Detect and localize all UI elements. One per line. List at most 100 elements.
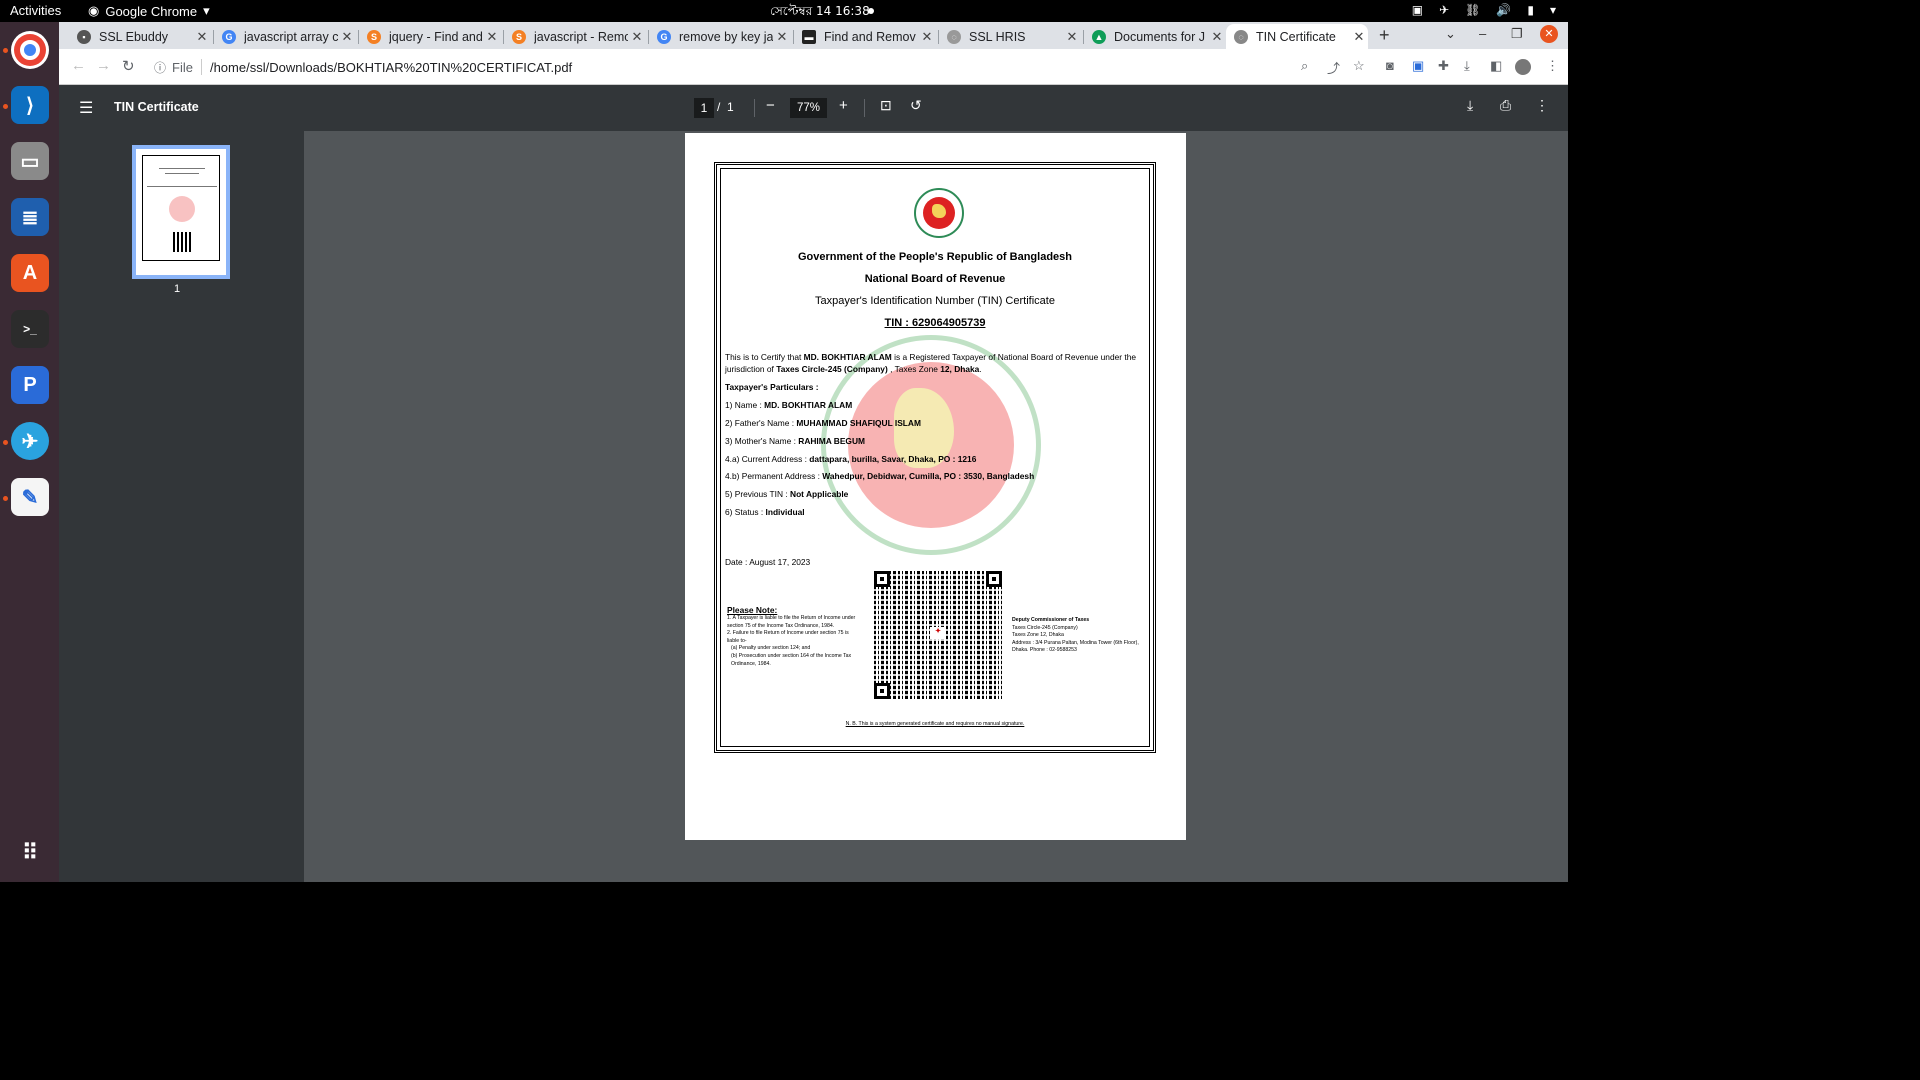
pycharm-tray-icon[interactable]: ▣: [1412, 3, 1423, 17]
please-note: Please Note: 1. A Taxpayer is liable to …: [727, 605, 862, 668]
note-item: (a) Penalty under section 124; and: [731, 645, 811, 652]
power-menu-icon[interactable]: ▾: [1550, 3, 1556, 17]
particular-row: 2) Father's Name : MUHAMMAD SHAFIQUL ISL…: [725, 417, 921, 429]
particular-label: 4.a) Current Address :: [725, 454, 810, 464]
chrome-menu-icon[interactable]: ⋮: [1546, 58, 1559, 74]
tab-tin-certificate[interactable]: ◌ TIN Certificate ✕: [1226, 24, 1368, 49]
print-icon[interactable]: ⎙: [1500, 97, 1511, 114]
note-item: 1. A Taxpayer is liable to file the Retu…: [727, 615, 856, 629]
thumbnail-frame: [142, 155, 220, 261]
share-icon[interactable]: ⤴: [1327, 58, 1340, 77]
close-tab-icon[interactable]: ✕: [1208, 29, 1226, 45]
running-indicator: [3, 496, 8, 501]
system-tray[interactable]: ▣ ✈ ⛓ 🔊 ▮ ▾: [1412, 3, 1556, 17]
writer-icon[interactable]: ≣: [11, 198, 49, 236]
particular-value: MD. BOKHTIAR ALAM: [764, 400, 853, 410]
zoom-out-icon[interactable]: −: [766, 97, 775, 114]
network-icon[interactable]: ⛓: [1465, 3, 1480, 17]
forward-icon[interactable]: →: [96, 57, 111, 74]
tab-search-icon[interactable]: ⌄: [1445, 26, 1456, 42]
certificate-date: Date : August 17, 2023: [725, 557, 811, 567]
software-icon[interactable]: A: [11, 254, 49, 292]
address-bar[interactable]: ⓘ File /home/ssl/Downloads/BOKHTIAR%20TI…: [144, 53, 1314, 81]
tab-ssl-ebuddy[interactable]: ▪ SSL Ebuddy ✕: [69, 24, 211, 49]
downloads-icon[interactable]: ⤓: [1464, 58, 1470, 74]
globe-favicon-icon: ◌: [947, 29, 961, 44]
reload-icon[interactable]: ↻: [122, 57, 135, 75]
close-window-icon[interactable]: ✕: [1540, 25, 1558, 43]
rotate-icon[interactable]: ↺: [910, 97, 922, 114]
apps-grid-icon[interactable]: ⠿: [11, 834, 49, 872]
tab-javascript-array[interactable]: G javascript array c ✕: [214, 24, 356, 49]
tab-ssl-hris[interactable]: ◌ SSL HRIS ✕: [939, 24, 1081, 49]
zoom-in-icon[interactable]: +: [839, 97, 848, 114]
tab-javascript-remove[interactable]: S javascript - Remo ✕: [504, 24, 646, 49]
camera-extension-icon[interactable]: ◙: [1386, 58, 1394, 73]
close-tab-icon[interactable]: ✕: [193, 29, 211, 45]
battery-icon[interactable]: ▮: [1527, 3, 1534, 17]
info-icon[interactable]: ⓘ: [154, 59, 166, 76]
tab-label: jquery - Find and: [389, 29, 483, 44]
tab-documents[interactable]: ▲ Documents for J ✕: [1084, 24, 1226, 49]
vscode-icon[interactable]: ⟩: [11, 86, 49, 124]
running-indicator: [3, 48, 8, 53]
chrome-icon[interactable]: [11, 31, 49, 69]
url-text[interactable]: /home/ssl/Downloads/BOKHTIAR%20TIN%20CER…: [210, 60, 572, 75]
text-editor-icon[interactable]: ✎: [11, 478, 49, 516]
extensions-puzzle-icon[interactable]: ✚: [1438, 58, 1449, 74]
cert-text: .: [979, 364, 982, 374]
deputy-commissioner-block: Deputy Commissioner of Taxes Taxes Circl…: [1012, 617, 1152, 655]
globe-favicon-icon: ◌: [1234, 29, 1248, 44]
cert-text: This is to Certify that: [725, 352, 804, 362]
restore-icon[interactable]: ❐: [1511, 26, 1523, 42]
tab-label: javascript array c: [244, 29, 338, 44]
cert-name: MD. BOKHTIAR ALAM: [803, 352, 892, 362]
tab-remove-by-key[interactable]: G remove by key ja ✕: [649, 24, 791, 49]
tab-find-and-remove[interactable]: ▬ Find and Remov ✕: [794, 24, 936, 49]
telegram-icon[interactable]: ✈: [11, 422, 49, 460]
note-item: (b) Prosecution under section 164 of the…: [731, 652, 852, 667]
tab-favicon-icon: ▪: [77, 29, 91, 44]
activities-button[interactable]: Activities: [10, 3, 61, 18]
particular-row: 1) Name : MD. BOKHTIAR ALAM: [725, 399, 852, 411]
zoom-magnifier-icon[interactable]: ⌕: [1301, 58, 1308, 74]
bookmark-star-icon[interactable]: ☆: [1353, 58, 1365, 74]
close-tab-icon[interactable]: ✕: [918, 29, 936, 45]
more-actions-icon[interactable]: ⋮: [1535, 97, 1549, 114]
page-number-input[interactable]: 1: [694, 98, 714, 118]
new-tab-icon[interactable]: +: [1379, 25, 1390, 46]
minimize-icon[interactable]: –: [1479, 26, 1486, 41]
particular-label: 1) Name :: [725, 400, 765, 410]
app-menu[interactable]: ◉ Google Chrome ▾: [88, 3, 210, 19]
sidebar-menu-icon[interactable]: ☰: [79, 98, 93, 118]
download-icon[interactable]: ⤓: [1467, 97, 1473, 114]
page-thumbnail[interactable]: [132, 145, 230, 279]
close-tab-icon[interactable]: ✕: [338, 29, 356, 45]
screenshot-extension-icon[interactable]: ▣: [1412, 58, 1424, 74]
pycharm-icon[interactable]: P: [11, 366, 49, 404]
side-panel-icon[interactable]: ◧: [1490, 58, 1502, 74]
tab-label: SSL HRIS: [969, 29, 1026, 44]
dev-favicon-icon: ▬: [802, 29, 816, 44]
telegram-tray-icon[interactable]: ✈: [1439, 3, 1449, 17]
divider: [864, 99, 865, 117]
terminal-icon[interactable]: >_: [11, 310, 49, 348]
chrome-window: ▪ SSL Ebuddy ✕ G javascript array c ✕ S …: [59, 22, 1568, 882]
close-tab-icon[interactable]: ✕: [483, 29, 501, 45]
google-favicon-icon: G: [222, 29, 236, 44]
fit-to-page-icon[interactable]: ⊡: [880, 97, 892, 114]
particular-value: dattapara, burilla, Savar, Dhaka, PO : 1…: [809, 454, 977, 464]
close-tab-icon[interactable]: ✕: [1350, 29, 1368, 45]
zoom-level-input[interactable]: 77%: [790, 98, 827, 118]
close-tab-icon[interactable]: ✕: [628, 29, 646, 45]
close-tab-icon[interactable]: ✕: [1063, 29, 1081, 45]
profile-avatar[interactable]: [1515, 59, 1531, 75]
volume-icon[interactable]: 🔊: [1496, 3, 1511, 17]
particular-value: Wahedpur, Debidwar, Cumilla, PO : 3530, …: [822, 471, 1035, 481]
back-icon[interactable]: ←: [71, 57, 86, 74]
qr-finder: [874, 571, 890, 587]
clock[interactable]: সেপ্টেম্বর 14 16:38: [770, 3, 870, 23]
files-icon[interactable]: ▭: [11, 142, 49, 180]
tab-jquery-find[interactable]: S jquery - Find and ✕: [359, 24, 501, 49]
close-tab-icon[interactable]: ✕: [773, 29, 791, 45]
